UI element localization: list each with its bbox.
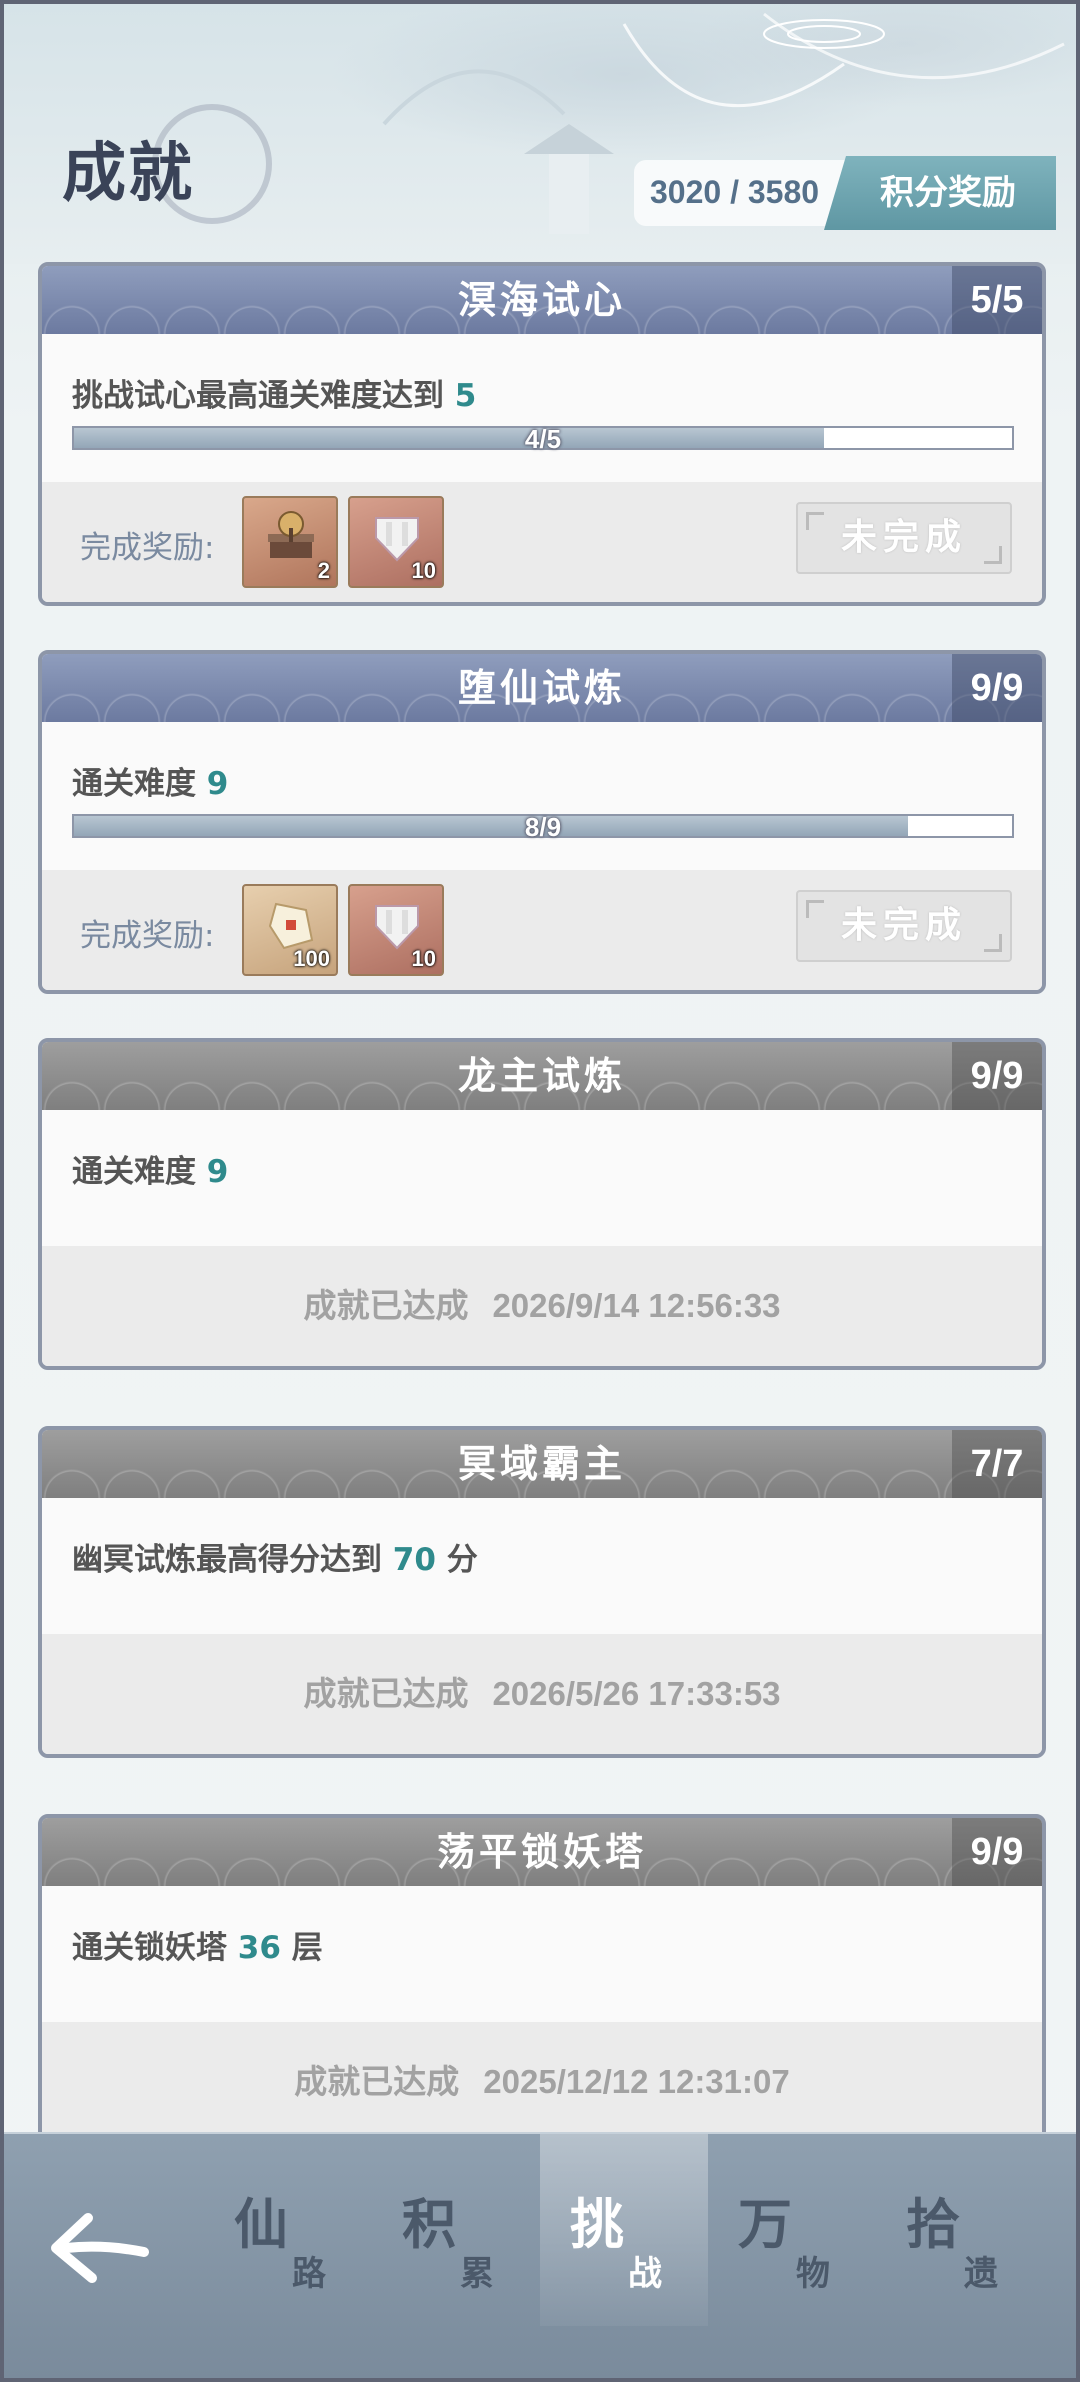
tab-sub-label: 路 — [292, 2254, 326, 2294]
description-value: 36 — [237, 1930, 281, 1966]
progress-bar: 4/5 — [72, 424, 1014, 454]
tab-shiyi[interactable]: 拾 遗 — [876, 2156, 1044, 2326]
points-reward-button[interactable]: 积分奖励 — [824, 156, 1056, 230]
completion-date: 2026/9/14 12:56:33 — [492, 1287, 781, 1324]
back-button[interactable] — [44, 2182, 154, 2312]
achievement-header: 堕仙试炼 9/9 — [42, 654, 1042, 722]
description-value: 70 — [392, 1542, 436, 1578]
completion-label: 成就已达成 — [294, 2062, 460, 2101]
description-value: 9 — [206, 1154, 229, 1190]
achievement-description: 通关难度 9 — [42, 722, 1042, 814]
achievement-header: 龙主试炼 9/9 — [42, 1042, 1042, 1110]
completion-row: 成就已达成 2026/5/26 17:33:53 — [42, 1634, 1042, 1754]
achievement-card: 龙主试炼 9/9 通关难度 9 成就已达成 2026/9/14 12:56:33 — [38, 1038, 1046, 1370]
item-quantity: 100 — [293, 946, 330, 971]
achievement-title: 龙主试炼 — [457, 1054, 626, 1098]
progress-text: 4/5 — [524, 424, 562, 454]
completion-label: 成就已达成 — [303, 1674, 469, 1713]
description-text: 幽冥试炼最高得分达到 — [72, 1542, 393, 1578]
completion-row: 成就已达成 2025/12/12 12:31:07 — [42, 2022, 1042, 2142]
achievement-title: 冥域霸主 — [457, 1442, 626, 1486]
item-quantity: 10 — [411, 946, 436, 971]
achievement-count: 5/5 — [952, 266, 1042, 334]
score-value: 3020 / 3580 — [650, 174, 820, 210]
page-title-block: 成就 — [62, 104, 272, 234]
completion-label: 成就已达成 — [303, 1286, 469, 1325]
item-quantity: 2 — [317, 558, 330, 583]
incomplete-label: 未完成 — [840, 905, 967, 946]
description-value: 5 — [454, 378, 477, 414]
incomplete-button[interactable]: 未完成 — [796, 890, 1012, 962]
achievement-description: 幽冥试炼最高得分达到 70 分 — [42, 1498, 1042, 1634]
achievement-description: 挑战试心最高通关难度达到 5 — [42, 334, 1042, 426]
tab-sub-label: 物 — [796, 2254, 830, 2294]
tab-main-label: 挑 — [570, 2192, 624, 2256]
tab-sub-label: 遗 — [964, 2254, 998, 2294]
tab-main-label: 万 — [738, 2192, 792, 2256]
description-text: 通关难度 — [72, 766, 207, 802]
achievement-header: 溟海试心 5/5 — [42, 266, 1042, 334]
completion-row: 成就已达成 2026/9/14 12:56:33 — [42, 1246, 1042, 1366]
description-suffix: 分 — [435, 1542, 478, 1578]
achievement-count: 9/9 — [952, 1818, 1042, 1886]
incomplete-label: 未完成 — [840, 517, 967, 558]
bottom-navigation: 仙 路 积 累 挑 战 万 物 拾 遗 — [4, 2132, 1076, 2378]
achievement-card: 溟海试心 5/5 挑战试心最高通关难度达到 5 4/5 完成奖励: 2 10 未… — [38, 262, 1046, 606]
reward-row: 完成奖励: 100 10 未完成 — [42, 870, 1042, 990]
back-arrow-icon — [51, 2213, 149, 2283]
item-quantity: 10 — [411, 558, 436, 583]
progress-row: 8/9 — [42, 812, 1042, 870]
jade-token-icon[interactable]: 100 — [242, 884, 338, 976]
progress-row: 4/5 — [42, 424, 1042, 482]
description-suffix: 层 — [280, 1930, 323, 1966]
achievement-count: 7/7 — [952, 1430, 1042, 1498]
reward-label: 完成奖励: — [80, 530, 215, 566]
description-text: 通关难度 — [72, 1154, 207, 1190]
achievement-card: 冥域霸主 7/7 幽冥试炼最高得分达到 70 分 成就已达成 2026/5/26 … — [38, 1426, 1046, 1758]
tab-wanwu[interactable]: 万 物 — [708, 2156, 876, 2326]
description-value: 9 — [206, 766, 229, 802]
achievement-card: 荡平锁妖塔 9/9 通关锁妖塔 36 层 成就已达成 2025/12/12 12:… — [38, 1814, 1046, 2146]
tab-xianlu[interactable]: 仙 路 — [204, 2156, 372, 2326]
achievement-title: 堕仙试炼 — [457, 666, 626, 710]
progress-bar: 8/9 — [72, 812, 1014, 842]
achievement-count: 9/9 — [952, 654, 1042, 722]
achievement-count: 9/9 — [952, 1042, 1042, 1110]
achievement-header: 冥域霸主 7/7 — [42, 1430, 1042, 1498]
tab-sub-label: 累 — [460, 2254, 494, 2294]
tab-main-label: 积 — [402, 2192, 456, 2256]
tab-main-label: 拾 — [906, 2192, 960, 2256]
reward-row: 完成奖励: 2 10 未完成 — [42, 482, 1042, 602]
achievement-description: 通关锁妖塔 36 层 — [42, 1886, 1042, 2022]
tab-main-label: 仙 — [234, 2192, 288, 2256]
completion-date: 2026/5/26 17:33:53 — [492, 1675, 781, 1712]
seal-scroll-icon[interactable]: 10 — [348, 884, 444, 976]
reward-label: 完成奖励: — [80, 918, 215, 954]
progress-text: 8/9 — [524, 812, 562, 842]
description-text: 挑战试心最高通关难度达到 — [72, 378, 455, 414]
achievement-card: 堕仙试炼 9/9 通关难度 9 8/9 完成奖励: 100 10 未完成 — [38, 650, 1046, 994]
page-title: 成就 — [62, 136, 194, 211]
incomplete-button[interactable]: 未完成 — [796, 502, 1012, 574]
completion-date: 2025/12/12 12:31:07 — [483, 2063, 790, 2100]
achievement-header: 荡平锁妖塔 9/9 — [42, 1818, 1042, 1886]
description-text: 通关锁妖塔 — [72, 1930, 238, 1966]
seal-scroll-icon[interactable]: 10 — [348, 496, 444, 588]
achievement-title: 荡平锁妖塔 — [436, 1830, 647, 1874]
achievement-description: 通关难度 9 — [42, 1110, 1042, 1246]
tab-sub-label: 战 — [628, 2254, 662, 2294]
tab-tiaozhan[interactable]: 挑 战 — [540, 2134, 708, 2326]
tab-jilei[interactable]: 积 累 — [372, 2156, 540, 2326]
treasure-box-icon[interactable]: 2 — [242, 496, 338, 588]
achievement-title: 溟海试心 — [457, 278, 626, 322]
